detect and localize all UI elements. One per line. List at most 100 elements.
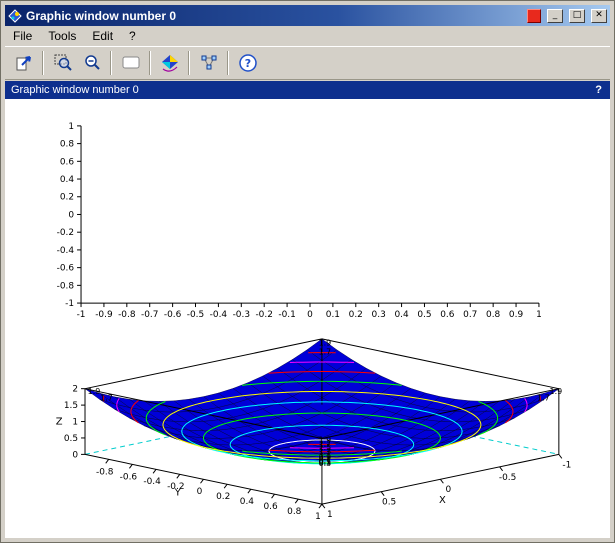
contour-label: 1.7: [319, 348, 332, 357]
graphic-window: Graphic window number 0 _ □ ✕ File Tools…: [0, 0, 615, 543]
tick-label: 0.5: [382, 498, 396, 508]
tick-label: 0.8: [486, 310, 501, 320]
contour-label: 1.7: [537, 394, 550, 403]
contour-label: 1.9: [319, 435, 332, 444]
rotate-3d-button[interactable]: [156, 50, 183, 77]
tick-label: 0.4: [240, 497, 255, 507]
unzoom-button[interactable]: [78, 50, 105, 77]
tick-label: -0.6: [120, 472, 138, 482]
tick-label: -0.7: [141, 310, 158, 320]
toolbar: ?: [5, 46, 610, 80]
y-axis-label: Y: [174, 487, 182, 498]
tick-label: 0: [68, 210, 74, 220]
zoom-area-icon: [53, 53, 73, 73]
tick-label: -0.9: [95, 310, 113, 320]
window-title: Graphic window number 0: [26, 9, 521, 23]
tick-label: 0.2: [349, 310, 363, 320]
infobar: Graphic window number 0 ?: [5, 81, 610, 99]
tick-label: -0.2: [57, 228, 74, 238]
help-button[interactable]: ?: [234, 50, 261, 77]
zoom-area-button[interactable]: [49, 50, 76, 77]
tick-label: -0.4: [57, 246, 75, 256]
contour-label: 1.9: [319, 338, 332, 347]
tick-label: 0.6: [263, 502, 278, 512]
tick-label: -0.8: [118, 310, 136, 320]
graphics-editor-button[interactable]: [195, 50, 222, 77]
maximize-button[interactable]: □: [569, 9, 585, 23]
tick-label: 1: [72, 418, 78, 428]
x-axis-label: X: [439, 495, 446, 506]
tick-label: 0.4: [394, 310, 409, 320]
tick-label: -0.4: [210, 310, 228, 320]
scilab-icon: [8, 9, 22, 23]
tick-label: -0.1: [278, 310, 295, 320]
menu-help[interactable]: ?: [121, 27, 144, 45]
tick-label: 0: [72, 450, 78, 460]
tick-label: 1: [327, 510, 333, 520]
tick-label: 0.2: [216, 492, 230, 502]
tick-label: -0.2: [255, 310, 272, 320]
toolbar-separator: [110, 51, 112, 75]
toolbar-separator: [227, 51, 229, 75]
unzoom-icon: [82, 53, 102, 73]
plot-svg: -1 -0.9 -0.8 -0.7 -0.6 -0.5 -0.4 -0.3 -0.2 -0.1 0 0…: [5, 99, 610, 538]
minimize-button[interactable]: _: [547, 9, 563, 23]
tick-label: -0.5: [499, 473, 516, 483]
tick-label: -0.8: [96, 467, 114, 477]
plot-canvas[interactable]: -1 -0.9 -0.8 -0.7 -0.6 -0.5 -0.4 -0.3 -0.2 -0.1 0 0…: [5, 99, 610, 538]
tick-label: 0.7: [463, 310, 477, 320]
tick-label: 1.5: [64, 401, 78, 411]
tick-label: -0.6: [164, 310, 182, 320]
tick-label: 0: [446, 485, 452, 495]
tick-label: 0: [197, 487, 203, 497]
contour-label: 1.9: [550, 387, 563, 396]
tick-label: 0.9: [509, 310, 524, 320]
export-button[interactable]: [10, 50, 37, 77]
tick-label: -0.4: [143, 477, 161, 487]
tick-label: 2: [72, 385, 78, 395]
tick-label: -0.6: [57, 264, 75, 274]
tick-label: 0.2: [60, 193, 74, 203]
tick-label: 0.8: [60, 140, 75, 150]
tick-label: 0.5: [64, 434, 78, 444]
tick-label: 0.5: [417, 310, 431, 320]
tick-label: 1: [536, 310, 542, 320]
tick-label: 0.1: [326, 310, 340, 320]
tick-label: 1: [315, 512, 321, 522]
infobar-text: Graphic window number 0: [11, 84, 139, 96]
tick-label: -1: [562, 460, 571, 470]
annotation-button[interactable]: [117, 50, 144, 77]
help-icon: ?: [238, 53, 258, 73]
menu-tools[interactable]: Tools: [40, 27, 84, 45]
contour-label: 1.9: [88, 387, 101, 396]
help-glyph: ?: [244, 57, 250, 70]
tick-label: 0.4: [60, 175, 75, 185]
annotation-icon: [121, 53, 141, 73]
menubar: File Tools Edit ?: [5, 26, 610, 46]
plot2d-axes: -1 -0.9 -0.8 -0.7 -0.6 -0.5 -0.4 -0.3 -0.2 -0.1 0 0…: [57, 122, 542, 320]
z-axis-label: Z: [56, 417, 63, 428]
red-square-button[interactable]: [527, 9, 541, 23]
tick-label: -1: [65, 299, 74, 309]
tick-label: 0.8: [287, 507, 302, 517]
contour-label: 1.7: [100, 394, 113, 403]
toolbar-separator: [188, 51, 190, 75]
titlebar[interactable]: Graphic window number 0 _ □ ✕: [5, 5, 610, 26]
graphics-editor-icon: [199, 53, 219, 73]
tick-label: -0.3: [233, 310, 250, 320]
close-button[interactable]: ✕: [591, 9, 607, 23]
infobar-help-icon[interactable]: ?: [595, 84, 604, 96]
toolbar-separator: [42, 51, 44, 75]
rotate-3d-icon: [160, 53, 180, 73]
tick-label: 1: [68, 122, 74, 132]
menu-file[interactable]: File: [5, 27, 40, 45]
menu-edit[interactable]: Edit: [84, 27, 121, 45]
tick-label: -0.8: [57, 281, 75, 291]
tick-label: 0: [307, 310, 313, 320]
tick-label: 0.6: [440, 310, 455, 320]
tick-label: 0.6: [60, 157, 75, 167]
tick-label: -1: [77, 310, 86, 320]
tick-label: 0.3: [372, 310, 386, 320]
export-icon: [14, 53, 34, 73]
tick-label: -0.5: [187, 310, 204, 320]
